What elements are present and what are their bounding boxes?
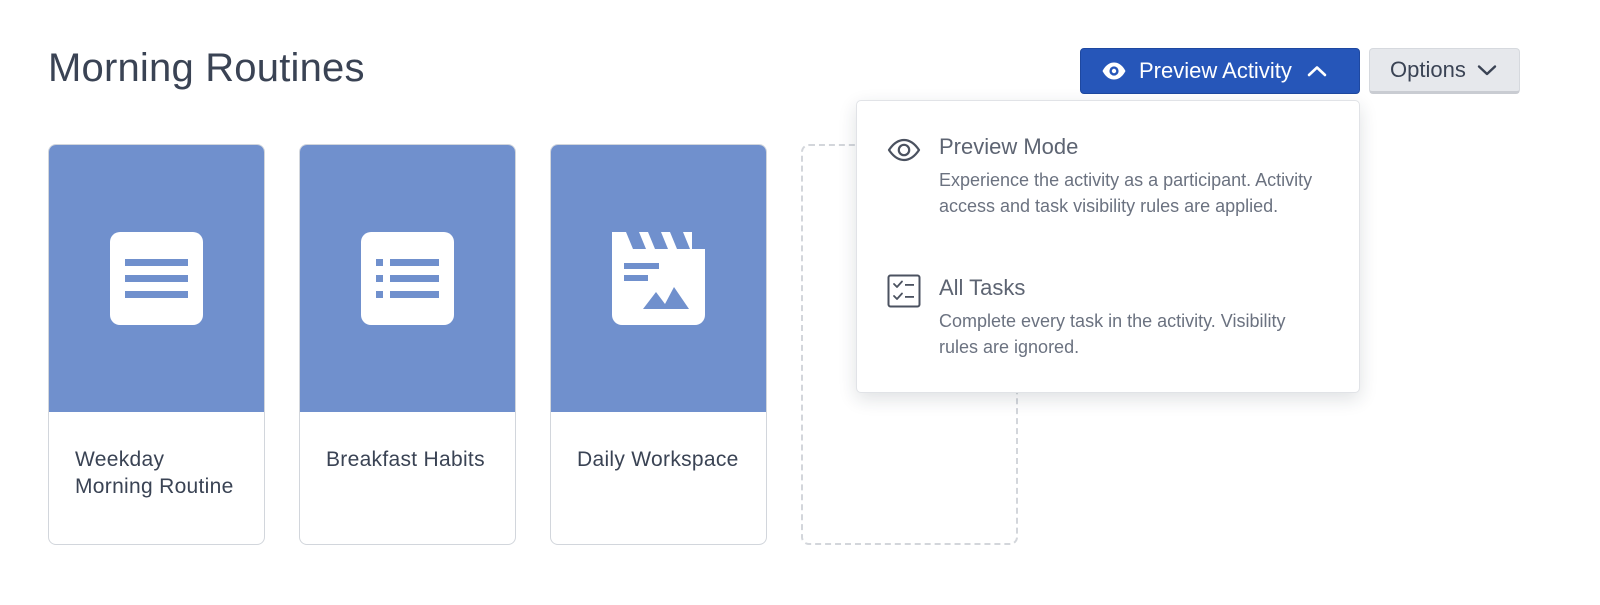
eye-icon — [887, 133, 921, 167]
preview-activity-menu: Preview Mode Experience the activity as … — [856, 100, 1360, 393]
card-cover — [300, 145, 515, 412]
menu-item-description: Experience the activity as a participant… — [939, 170, 1313, 216]
menu-item-text: All Tasks Complete every task in the act… — [939, 274, 1319, 360]
media-icon — [612, 232, 705, 325]
card-title: Daily Workspace — [577, 448, 739, 471]
options-label: Options — [1390, 57, 1466, 82]
activity-card-daily-workspace[interactable]: Daily Workspace — [550, 144, 767, 545]
menu-item-preview-mode[interactable]: Preview Mode Experience the activity as … — [887, 133, 1339, 219]
activity-card-breakfast-habits[interactable]: Breakfast Habits — [299, 144, 516, 545]
preview-activity-button[interactable]: Preview Activity — [1080, 48, 1360, 94]
card-cover — [551, 145, 766, 412]
page-icon — [110, 232, 203, 325]
page-title: Morning Routines — [48, 46, 365, 90]
menu-item-title: Preview Mode — [939, 134, 1079, 159]
menu-item-title: All Tasks — [939, 275, 1026, 300]
menu-item-all-tasks[interactable]: All Tasks Complete every task in the act… — [887, 274, 1339, 360]
card-cover — [49, 145, 264, 412]
options-button[interactable]: Options — [1369, 48, 1520, 94]
chevron-down-icon — [1476, 63, 1498, 77]
activity-card-weekday-morning-routine[interactable]: Weekday Morning Routine — [48, 144, 265, 545]
preview-activity-label: Preview Activity — [1139, 58, 1292, 83]
menu-item-text: Preview Mode Experience the activity as … — [939, 133, 1319, 219]
card-title: Breakfast Habits — [326, 448, 485, 471]
checklist-icon — [887, 274, 921, 308]
list-icon — [361, 232, 454, 325]
page: Morning Routines Preview Activity Option… — [0, 0, 1600, 605]
menu-item-description: Complete every task in the activity. Vis… — [939, 311, 1286, 357]
chevron-up-icon — [1306, 64, 1328, 78]
card-title: Weekday Morning Routine — [75, 448, 234, 498]
eye-icon — [1101, 60, 1127, 82]
